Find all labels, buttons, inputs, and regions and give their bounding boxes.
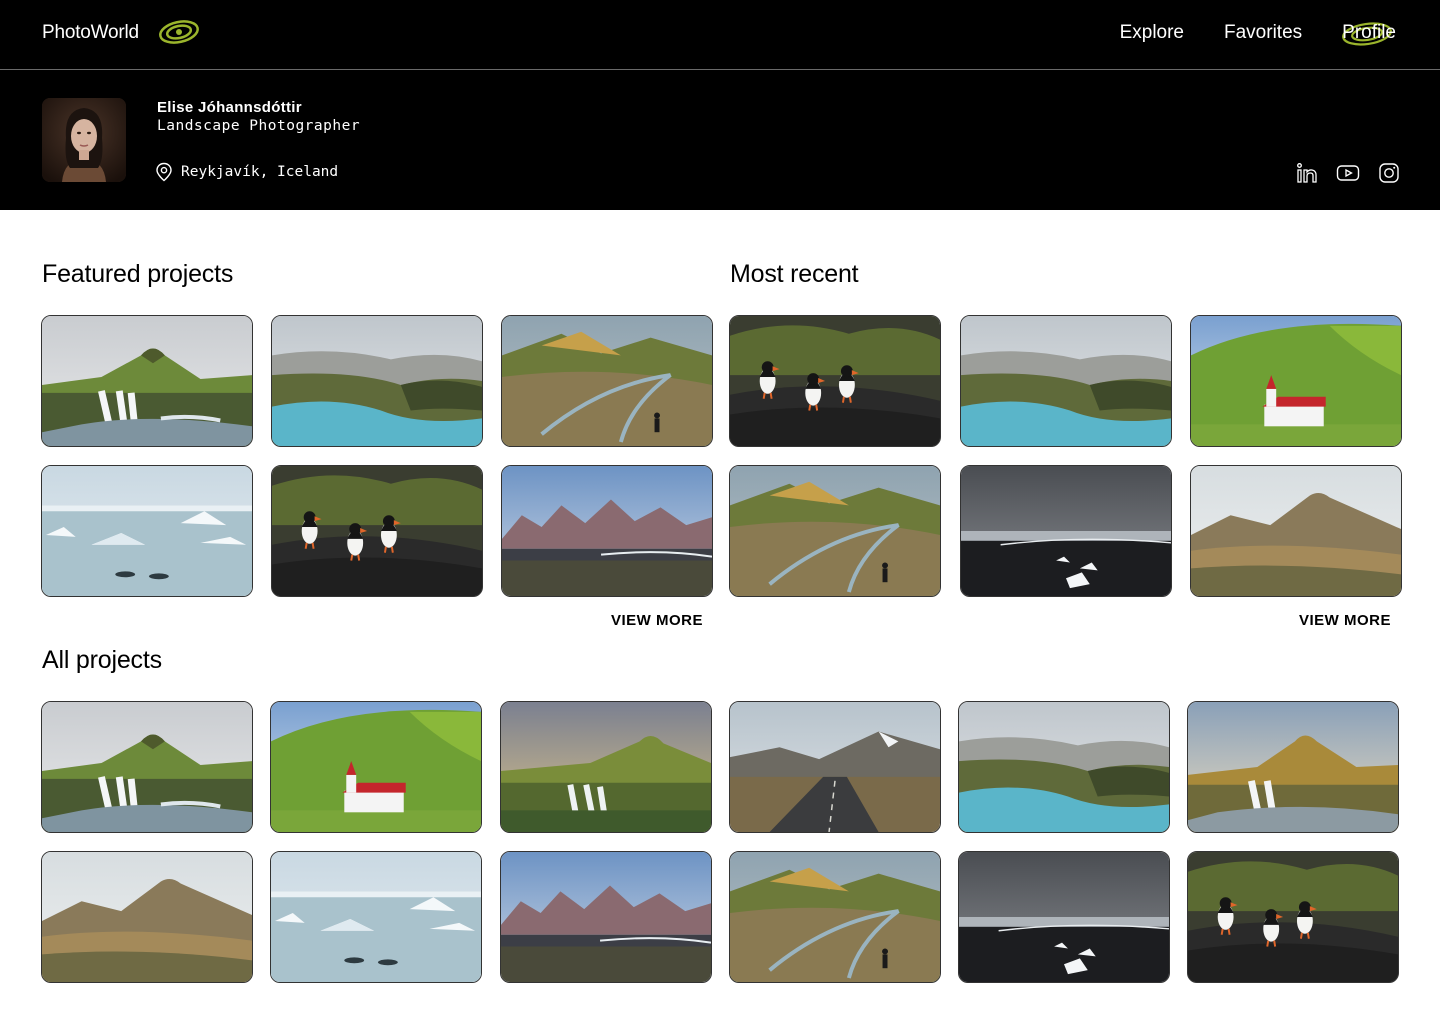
photo-thumbnail <box>1191 466 1401 596</box>
map-pin-icon <box>156 162 172 182</box>
recent-photo-card[interactable] <box>1190 465 1402 597</box>
featured-photo-card[interactable] <box>271 315 483 447</box>
photo-thumbnail <box>42 852 252 982</box>
all-photo-card[interactable] <box>41 851 253 983</box>
all-photo-card[interactable] <box>1187 701 1400 833</box>
featured-view-more-link[interactable]: VIEW MORE <box>611 612 703 629</box>
recent-photo-card[interactable] <box>1190 315 1402 447</box>
nav-profile[interactable]: Profile <box>1342 22 1396 43</box>
linkedin-icon[interactable] <box>1296 162 1318 184</box>
photo-thumbnail <box>730 466 940 596</box>
recent-photo-card[interactable] <box>959 465 1172 597</box>
photo-thumbnail <box>959 852 1170 982</box>
photo-thumbnail <box>272 466 482 596</box>
featured-title: Featured projects <box>42 260 234 288</box>
main-nav: Explore Favorites Profile <box>1120 22 1396 46</box>
photo-thumbnail <box>271 702 482 832</box>
profile-name: Elise Jóhannsdóttir <box>157 99 302 116</box>
featured-photo-card[interactable] <box>501 465 713 597</box>
recent-view-more-link[interactable]: VIEW MORE <box>1299 612 1391 629</box>
photo-thumbnail <box>271 852 482 982</box>
photo-thumbnail <box>960 316 1171 446</box>
photo-thumbnail <box>502 316 712 446</box>
photo-thumbnail <box>729 702 940 832</box>
recent-title: Most recent <box>730 260 859 288</box>
photo-thumbnail <box>960 466 1171 596</box>
all-photo-card[interactable] <box>270 851 483 983</box>
nav-explore[interactable]: Explore <box>1120 22 1184 44</box>
featured-photo-card[interactable] <box>41 465 253 597</box>
avatar <box>42 98 126 182</box>
recent-photo-card[interactable] <box>959 315 1172 447</box>
featured-photo-card[interactable] <box>271 465 483 597</box>
all-photo-card[interactable] <box>1187 851 1400 983</box>
profile-header: Elise Jóhannsdóttir Landscape Photograph… <box>0 70 1440 210</box>
photo-thumbnail <box>500 852 711 982</box>
all-photo-card[interactable] <box>41 701 253 833</box>
all-photo-card[interactable] <box>958 851 1171 983</box>
brand[interactable]: PhotoWorld <box>42 20 199 44</box>
all-projects-grid <box>41 701 1400 983</box>
featured-photo-card[interactable] <box>501 315 713 447</box>
nav-favorites[interactable]: Favorites <box>1224 22 1302 44</box>
instagram-icon[interactable] <box>1378 162 1400 184</box>
top-navbar: PhotoWorld Explore Favorites Profile <box>0 0 1440 70</box>
all-photo-card[interactable] <box>499 701 712 833</box>
photo-thumbnail <box>1191 316 1401 446</box>
youtube-icon[interactable] <box>1336 162 1360 184</box>
brand-name[interactable]: PhotoWorld <box>42 22 139 44</box>
photo-thumbnail <box>729 852 940 982</box>
all-photo-card[interactable] <box>728 701 941 833</box>
photo-thumbnail <box>730 316 940 446</box>
photo-thumbnail <box>42 466 252 596</box>
photo-thumbnail <box>500 702 711 832</box>
featured-grid <box>41 315 713 597</box>
photo-thumbnail <box>42 702 252 832</box>
photo-thumbnail <box>272 316 482 446</box>
photo-thumbnail <box>1188 852 1399 982</box>
photo-thumbnail <box>959 702 1170 832</box>
profile-location: Reykjavík, Iceland <box>155 162 338 182</box>
all-photo-card[interactable] <box>499 851 712 983</box>
featured-photo-card[interactable] <box>41 315 253 447</box>
social-links <box>1296 162 1400 184</box>
photo-thumbnail <box>42 316 252 446</box>
orbit-eye-logo-icon <box>159 20 199 44</box>
nav-profile-wrap[interactable]: Profile <box>1342 22 1396 46</box>
all-photo-card[interactable] <box>270 701 483 833</box>
recent-photo-card[interactable] <box>729 465 941 597</box>
location-text: Reykjavík, Iceland <box>181 164 339 180</box>
recent-photo-card[interactable] <box>729 315 941 447</box>
all-photo-card[interactable] <box>728 851 941 983</box>
all-title: All projects <box>42 646 162 674</box>
recent-grid <box>729 315 1402 597</box>
all-photo-card[interactable] <box>958 701 1171 833</box>
profile-role: Landscape Photographer <box>157 118 361 134</box>
photo-thumbnail <box>502 466 712 596</box>
photo-thumbnail <box>1188 702 1399 832</box>
